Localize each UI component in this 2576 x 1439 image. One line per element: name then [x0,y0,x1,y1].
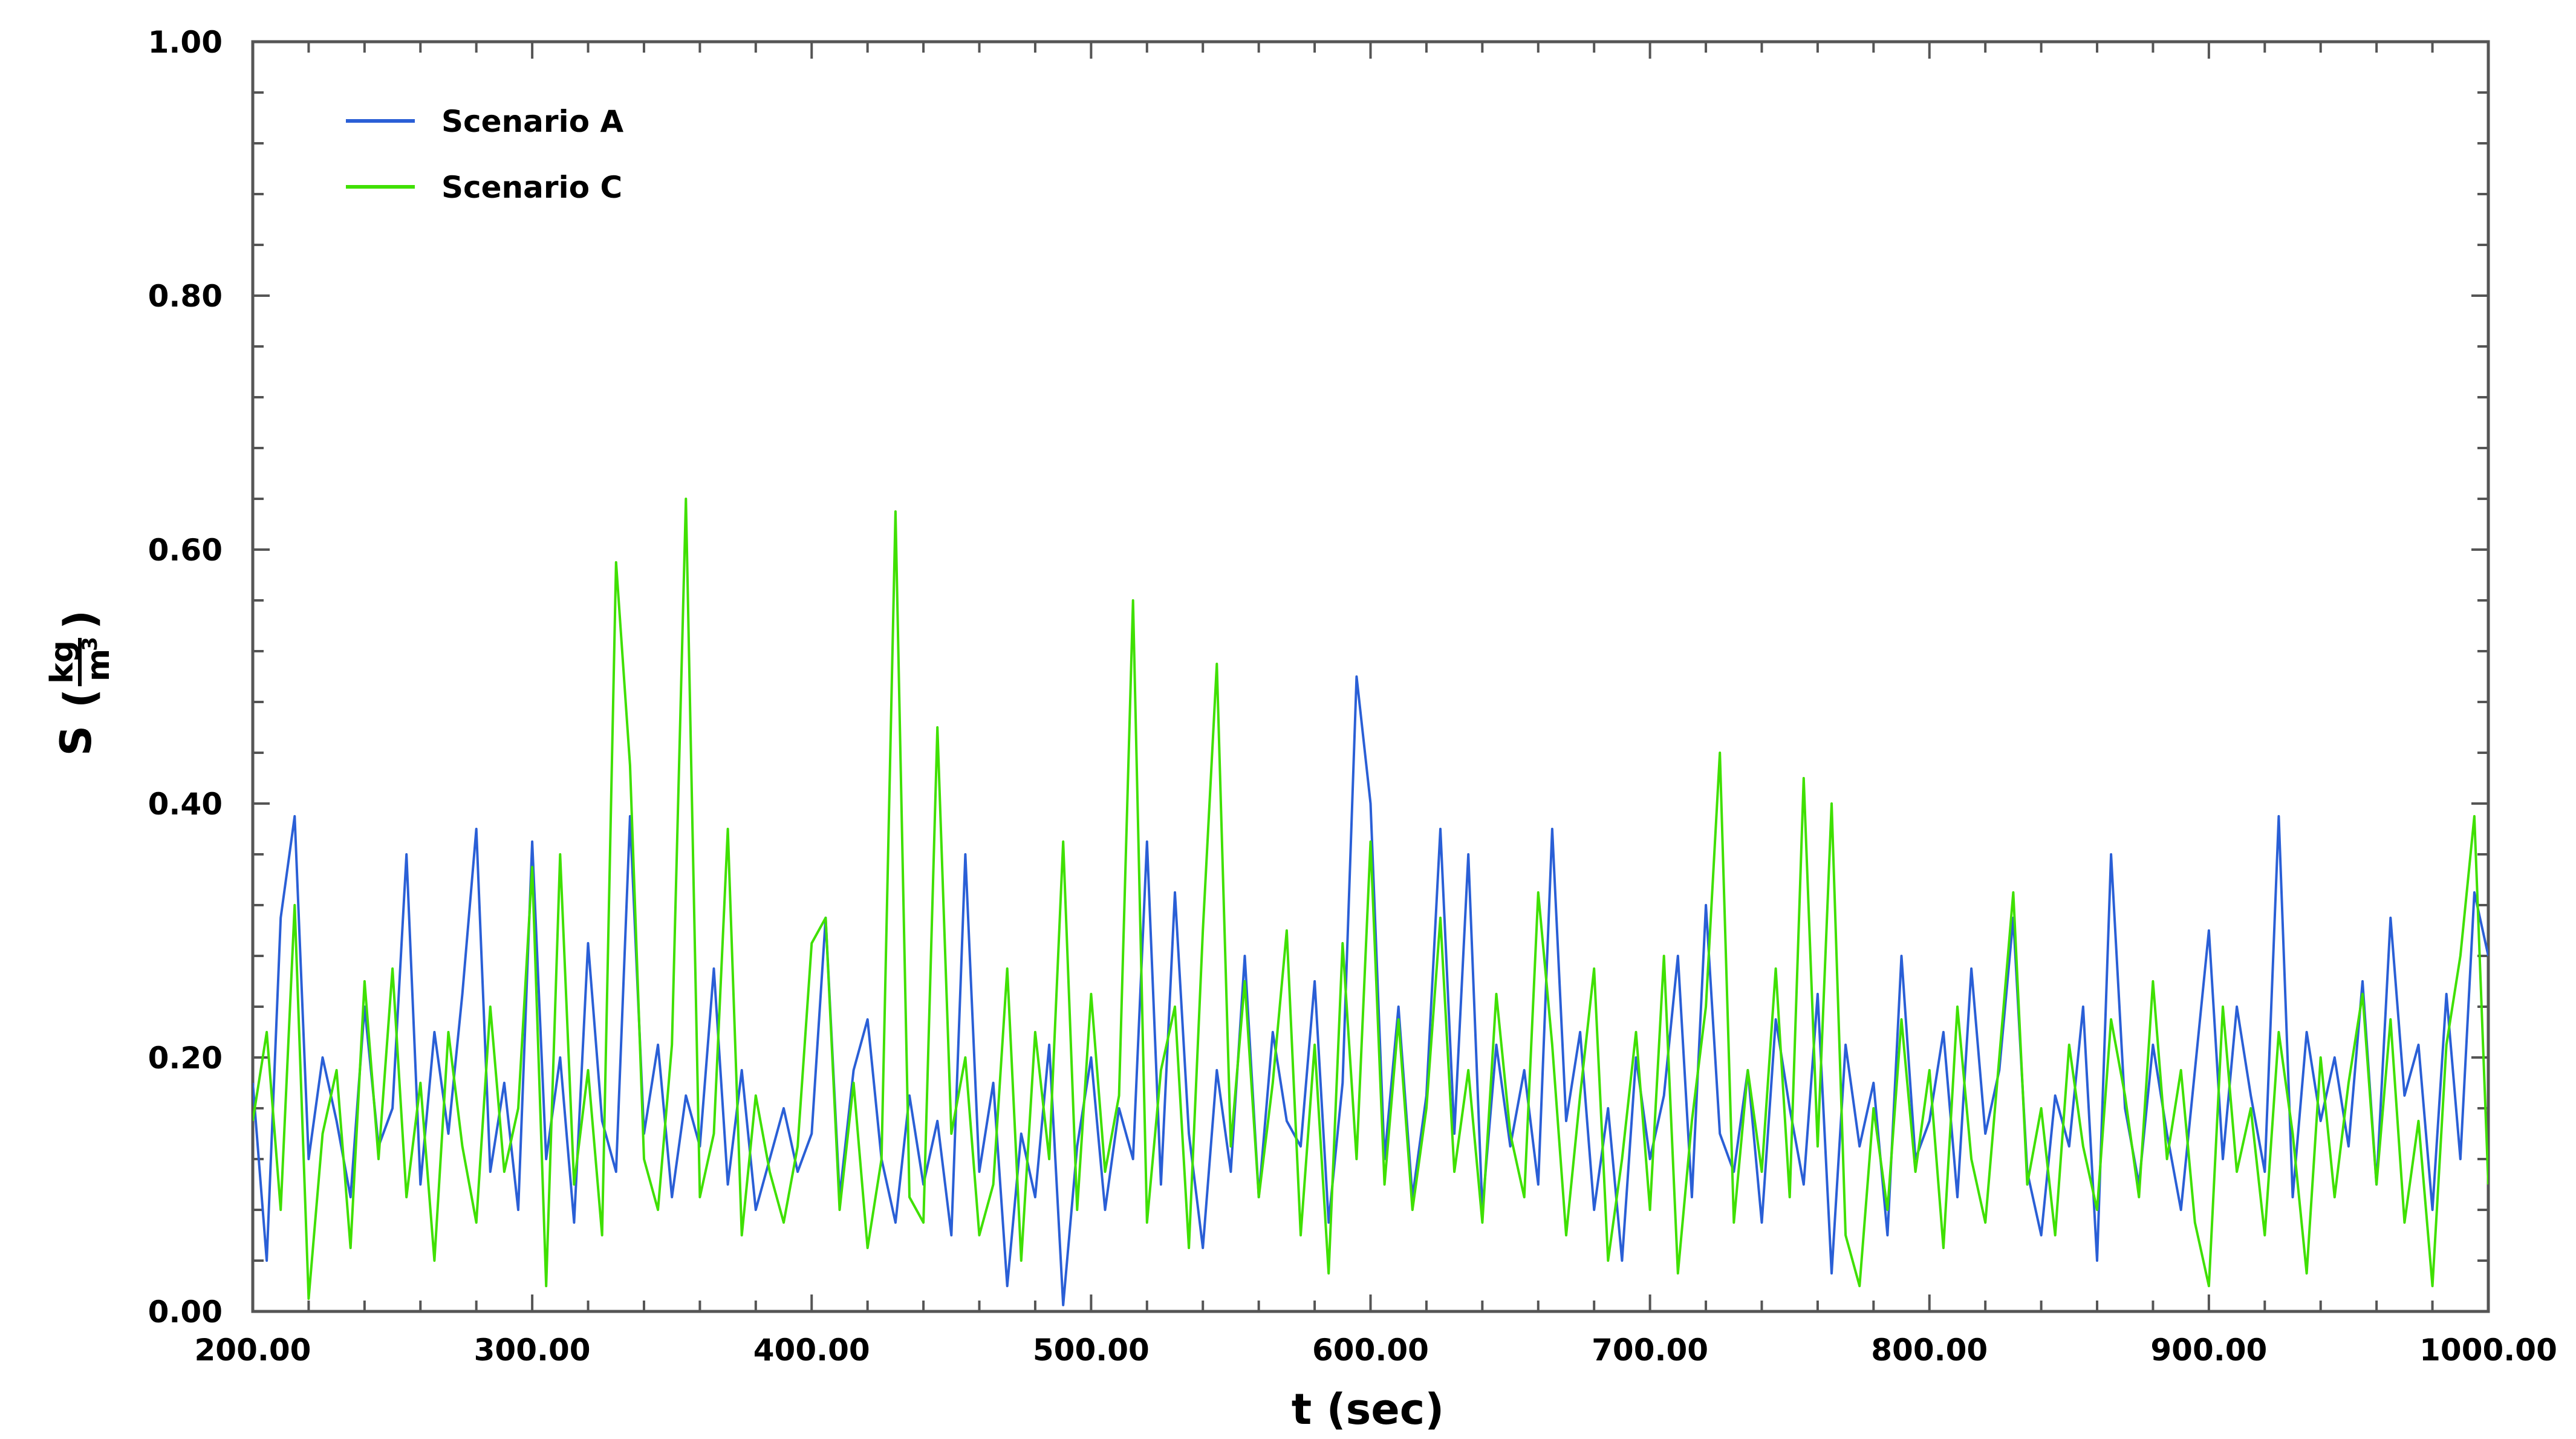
line-chart: 200.00 300.00 400.00 500.00 600.00 700.00 800.… [44,25,2557,1434]
y-tick-label: 0.20 [148,1041,223,1076]
x-tick-label: 400.00 [753,1333,870,1368]
x-tick-label: 500.00 [1033,1333,1150,1368]
y-tick-label: 1.00 [148,25,223,60]
x-tick-label: 700.00 [1592,1333,1708,1368]
x-tick-label: 600.00 [1312,1333,1429,1368]
y-axis-close-paren: ) [55,610,105,629]
x-tick-label: 300.00 [474,1333,591,1368]
legend-label-scenario-a: Scenario A [441,104,623,139]
y-axis-title: S ( kg m 3 ) [44,610,117,756]
y-tick-label: 0.80 [148,279,223,314]
y-tick-label: 0.60 [148,533,223,568]
plot-frame [251,40,2490,1313]
y-tick-labels: 0.00 0.20 0.40 0.60 0.80 1.00 [148,25,223,1330]
x-tick-label: 1000.00 [2419,1333,2557,1368]
x-tick-label: 200.00 [195,1333,311,1368]
x-axis-title: t (sec) [1292,1385,1444,1434]
y-axis-symbol: S [51,726,101,756]
y-axis-open-paren: ( [55,689,105,708]
y-tick-label: 0.40 [148,787,223,822]
x-tick-label: 800.00 [1871,1333,1988,1368]
y-axis-unit-exponent: 3 [78,637,102,651]
legend-label-scenario-c: Scenario C [441,170,622,205]
y-axis-unit-numerator: kg [44,640,80,684]
y-axis-unit-denominator: m [80,649,117,681]
y-tick-label: 0.00 [148,1294,223,1330]
x-tick-labels: 200.00 300.00 400.00 500.00 600.00 700.00 800.… [195,1333,2557,1368]
x-tick-label: 900.00 [2150,1333,2267,1368]
